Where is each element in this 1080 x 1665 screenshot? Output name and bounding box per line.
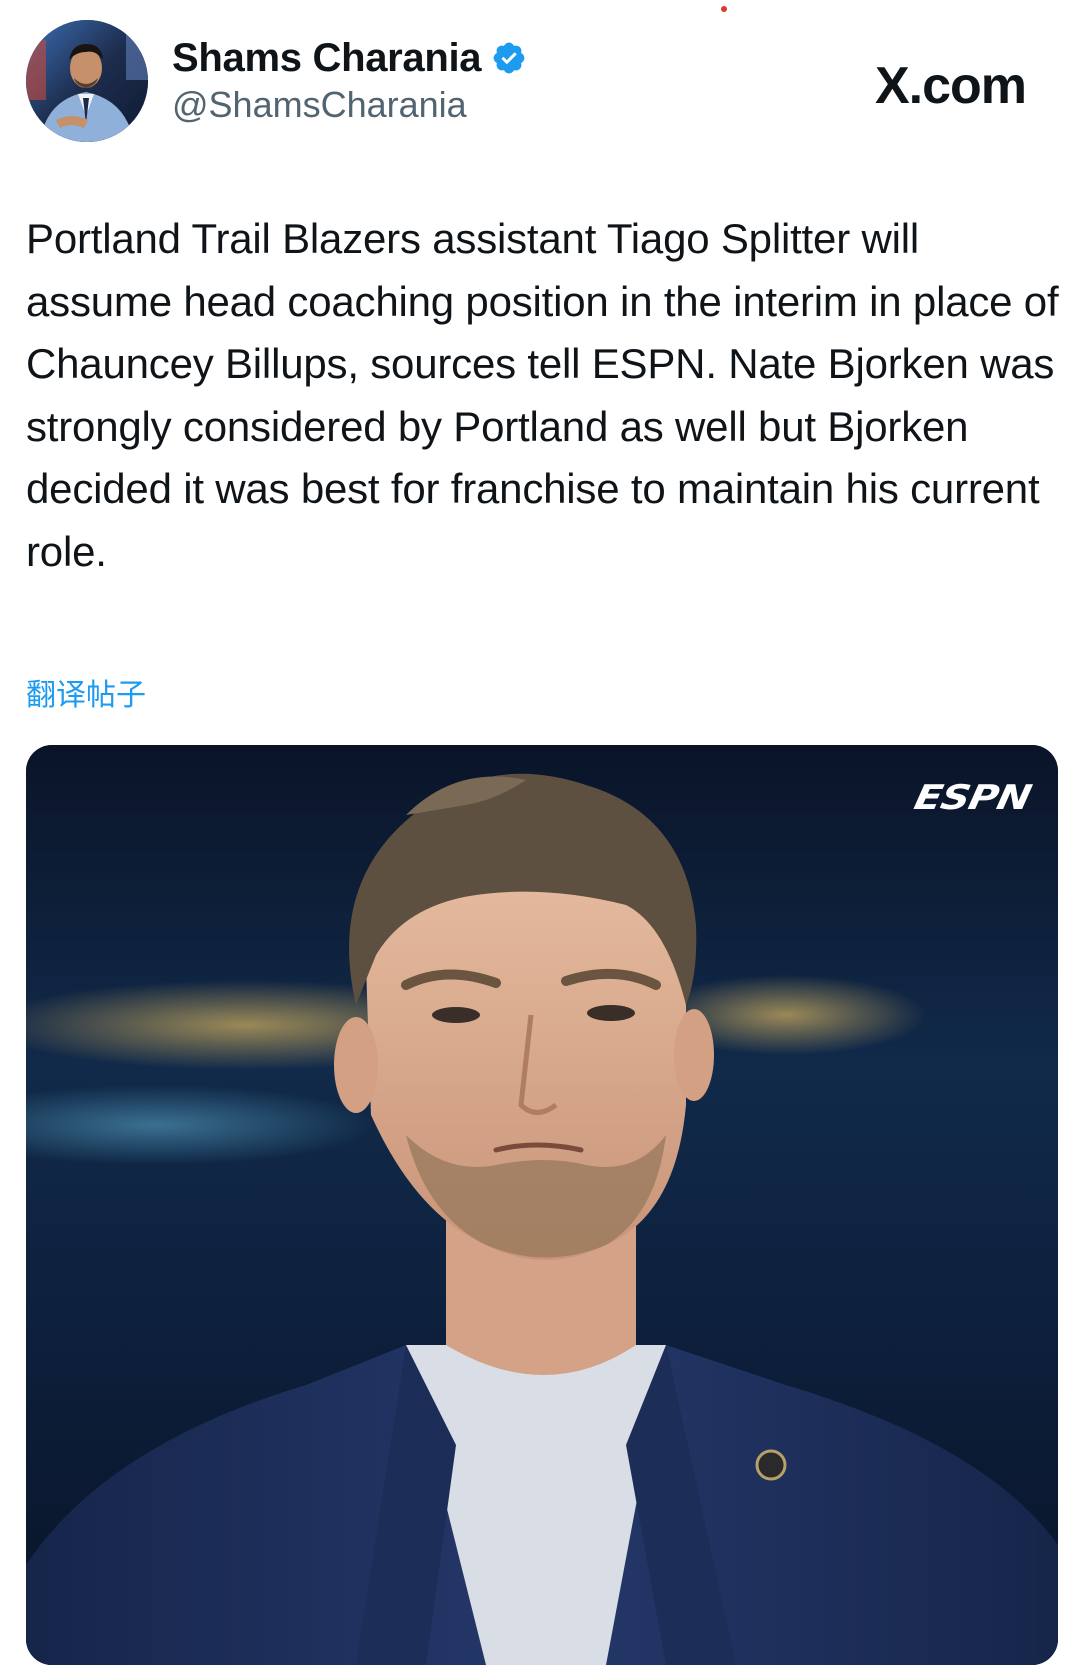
post-header: Shams Charania @ShamsCharania X.com bbox=[26, 20, 1056, 142]
author-display-name[interactable]: Shams Charania bbox=[172, 36, 482, 81]
avatar-image bbox=[26, 20, 148, 142]
photo-image bbox=[26, 745, 1058, 1665]
author-avatar[interactable] bbox=[26, 20, 148, 142]
verified-badge-icon bbox=[491, 40, 527, 76]
author-name-row: Shams Charania bbox=[172, 34, 527, 82]
translate-post-link[interactable]: 翻译帖子 bbox=[26, 670, 146, 714]
x-brand-logo: X.com bbox=[874, 57, 1027, 115]
author-handle[interactable]: @ShamsCharania bbox=[172, 84, 527, 126]
espn-watermark-logo: ESPN bbox=[910, 778, 1035, 818]
post-text: Portland Trail Blazers assistant Tiago S… bbox=[26, 215, 1059, 575]
post-media-photo[interactable]: ESPN bbox=[26, 745, 1058, 1665]
status-dot bbox=[721, 6, 727, 12]
author-info: Shams Charania @ShamsCharania bbox=[172, 34, 527, 126]
